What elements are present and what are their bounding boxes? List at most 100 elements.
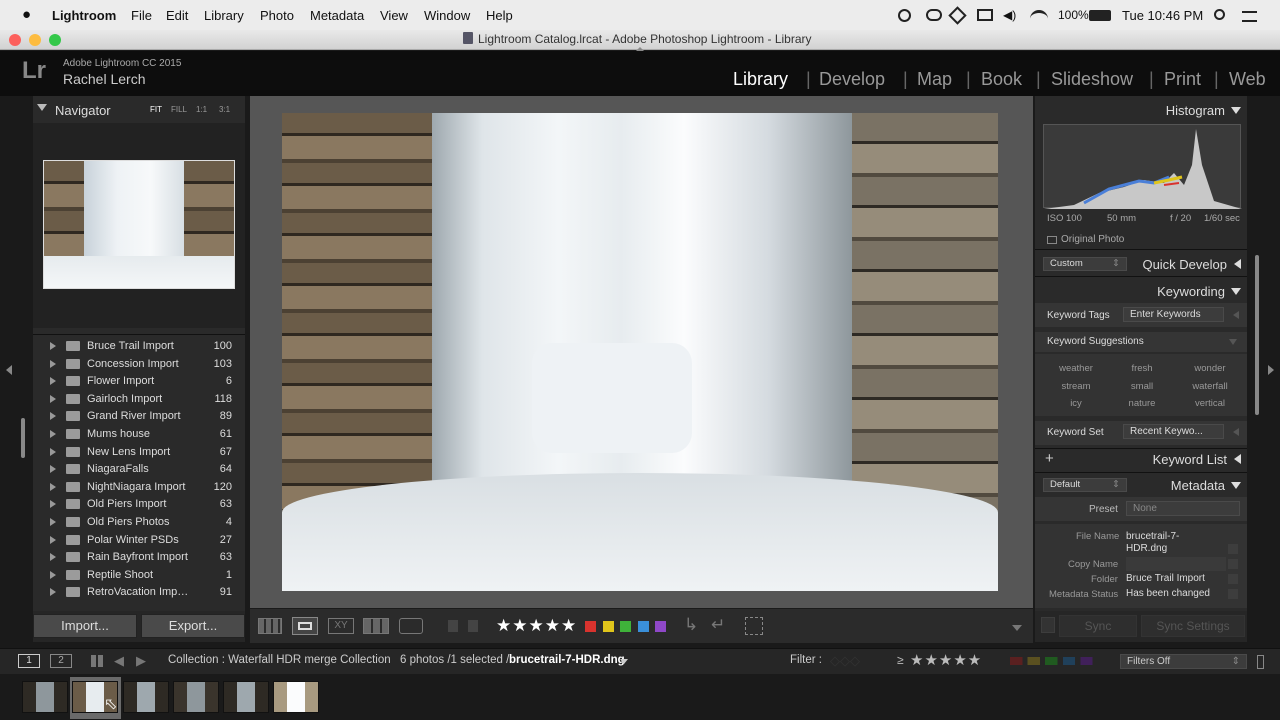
expand-triangle-icon[interactable] xyxy=(50,588,56,597)
module-library[interactable]: Library xyxy=(733,69,788,90)
file-name-value-line2[interactable]: HDR.dng xyxy=(1126,543,1167,554)
zoom-1-1[interactable]: 1:1 xyxy=(196,105,207,114)
filmstrip-thumbnail[interactable] xyxy=(223,681,269,713)
keywording-title[interactable]: Keywording xyxy=(1157,284,1225,299)
file-name-action-icon[interactable] xyxy=(1228,544,1238,554)
module-map[interactable]: Map xyxy=(917,69,952,90)
folder-item[interactable]: Flower Import 6 xyxy=(33,373,245,391)
status-action-icon[interactable] xyxy=(1228,589,1238,599)
keyword-set-select[interactable]: Recent Keywo... xyxy=(1123,424,1224,439)
keyword-suggestion[interactable]: stream xyxy=(1046,381,1106,392)
left-panel-toggle-icon[interactable] xyxy=(6,365,12,375)
keyword-suggestion[interactable]: small xyxy=(1112,381,1172,392)
copy-name-field[interactable] xyxy=(1126,557,1226,571)
expand-triangle-icon[interactable] xyxy=(50,500,56,509)
folder-item[interactable]: NightNiagara Import 120 xyxy=(33,479,245,497)
filter-rating-stars[interactable]: ★★★★★ xyxy=(910,651,982,669)
folder-item[interactable]: Polar Winter PSDs 27 xyxy=(33,532,245,550)
file-name-value-line1[interactable]: brucetrail-7- xyxy=(1126,531,1179,542)
apple-menu-icon[interactable]: ● xyxy=(22,6,31,23)
left-panel-scrollbar[interactable] xyxy=(21,418,25,458)
color-label-yellow[interactable] xyxy=(603,621,614,632)
people-view-icon[interactable] xyxy=(399,618,423,634)
sync-button[interactable]: Sync xyxy=(1059,615,1137,637)
folder-action-icon[interactable] xyxy=(1228,574,1238,584)
keyword-suggestion[interactable]: weather xyxy=(1046,363,1106,374)
module-print[interactable]: Print xyxy=(1164,69,1201,90)
module-web[interactable]: Web xyxy=(1229,69,1266,90)
collapse-triangle-icon[interactable] xyxy=(1229,339,1237,345)
keyword-suggestion[interactable]: vertical xyxy=(1180,398,1240,409)
rotate-left-icon[interactable]: ↳ xyxy=(684,615,698,635)
wifi-icon[interactable] xyxy=(1030,10,1048,22)
expand-triangle-icon[interactable] xyxy=(50,553,56,562)
back-arrow-icon[interactable]: ◀ xyxy=(114,653,124,669)
histogram-header[interactable]: Histogram xyxy=(1035,99,1247,123)
menu-clock[interactable]: Tue 10:46 PM xyxy=(1122,8,1203,23)
metadata-title[interactable]: Metadata xyxy=(1171,478,1225,493)
folder-item[interactable]: Rain Bayfront Import 63 xyxy=(33,549,245,567)
folder-value[interactable]: Bruce Trail Import xyxy=(1126,573,1205,584)
airplay-icon[interactable] xyxy=(977,9,993,21)
folder-item[interactable]: NiagaraFalls 64 xyxy=(33,461,245,479)
expand-triangle-icon[interactable] xyxy=(50,518,56,526)
keyword-suggestion[interactable]: icy xyxy=(1046,398,1106,409)
grid-view-icon[interactable] xyxy=(91,655,104,667)
pick-flag-icon[interactable] xyxy=(448,620,458,632)
expand-triangle-icon[interactable] xyxy=(50,394,56,403)
keyword-suggestion[interactable]: fresh xyxy=(1112,363,1172,374)
toolbar-menu-icon[interactable] xyxy=(1012,625,1022,631)
folder-item[interactable]: Old Piers Import 63 xyxy=(33,496,245,514)
sync-status-icon[interactable] xyxy=(948,6,967,25)
auto-sync-switch[interactable] xyxy=(1041,617,1055,633)
source-collection[interactable]: Collection : Waterfall HDR merge Collect… xyxy=(168,654,391,666)
filmstrip-thumbnail[interactable] xyxy=(22,681,68,713)
menu-view[interactable]: View xyxy=(380,8,408,23)
menu-help[interactable]: Help xyxy=(486,8,513,23)
quick-develop-title[interactable]: Quick Develop xyxy=(1142,257,1227,272)
filmstrip-thumbnail[interactable] xyxy=(123,681,169,713)
folder-item[interactable]: Grand River Import 89 xyxy=(33,408,245,426)
filmstrip-lock-icon[interactable] xyxy=(1257,655,1264,669)
keyword-tags-select[interactable]: Enter Keywords xyxy=(1123,307,1224,322)
folder-item[interactable]: Gairloch Import 118 xyxy=(33,391,245,409)
sync-settings-button[interactable]: Sync Settings xyxy=(1141,615,1245,637)
folder-item[interactable]: Reptile Shoot 1 xyxy=(33,567,245,585)
spotlight-search-icon[interactable] xyxy=(1214,9,1225,20)
filter-color-labels[interactable] xyxy=(1010,657,1098,665)
expand-triangle-icon[interactable] xyxy=(50,570,56,579)
folder-item[interactable]: Mums house 61 xyxy=(33,426,245,444)
filter-flags-icon[interactable]: ◇◇◇ xyxy=(830,653,860,669)
menu-file[interactable]: File xyxy=(131,8,152,23)
filter-preset-select[interactable]: Filters Off ⇕ xyxy=(1120,654,1247,669)
folder-item[interactable]: New Lens Import 67 xyxy=(33,444,245,462)
keyword-suggestion[interactable]: nature xyxy=(1112,398,1172,409)
original-photo-checkbox[interactable] xyxy=(1047,236,1057,244)
folder-item[interactable]: RetroVacation Imp… 91 xyxy=(33,584,245,602)
color-label-green[interactable] xyxy=(620,621,631,632)
expand-triangle-icon[interactable] xyxy=(1234,259,1241,269)
keyword-list-title[interactable]: Keyword List xyxy=(1153,452,1227,467)
loupe-view-button[interactable] xyxy=(292,617,318,635)
battery-icon[interactable] xyxy=(1089,10,1111,21)
survey-view-icon[interactable] xyxy=(363,618,389,634)
collapse-triangle-icon[interactable] xyxy=(1231,482,1241,489)
expand-triangle-icon[interactable] xyxy=(50,412,56,421)
module-slideshow[interactable]: Slideshow xyxy=(1051,69,1133,90)
selected-filename[interactable]: brucetrail-7-HDR.dng xyxy=(509,654,625,666)
folder-item[interactable]: Bruce Trail Import 100 xyxy=(33,338,245,356)
rotate-right-icon[interactable]: ↵ xyxy=(711,615,725,635)
minimize-window-button[interactable] xyxy=(29,34,41,46)
star-rating[interactable]: ★★★★★ xyxy=(496,616,577,636)
quick-develop-preset-select[interactable]: Custom ⇕ xyxy=(1043,257,1127,271)
expand-triangle-icon[interactable] xyxy=(50,342,56,350)
crop-overlay-icon[interactable] xyxy=(745,617,763,635)
main-photo[interactable] xyxy=(282,113,998,591)
filmstrip-thumbnail[interactable] xyxy=(273,681,319,713)
filename-dropdown-icon[interactable] xyxy=(620,659,628,664)
copy-name-action-icon[interactable] xyxy=(1228,559,1238,569)
filter-rating-operator[interactable]: ≥ xyxy=(897,653,904,667)
keyword-suggestion[interactable]: waterfall xyxy=(1180,381,1240,392)
creative-cloud-icon[interactable] xyxy=(926,9,942,21)
expand-triangle-icon[interactable] xyxy=(1234,454,1241,464)
